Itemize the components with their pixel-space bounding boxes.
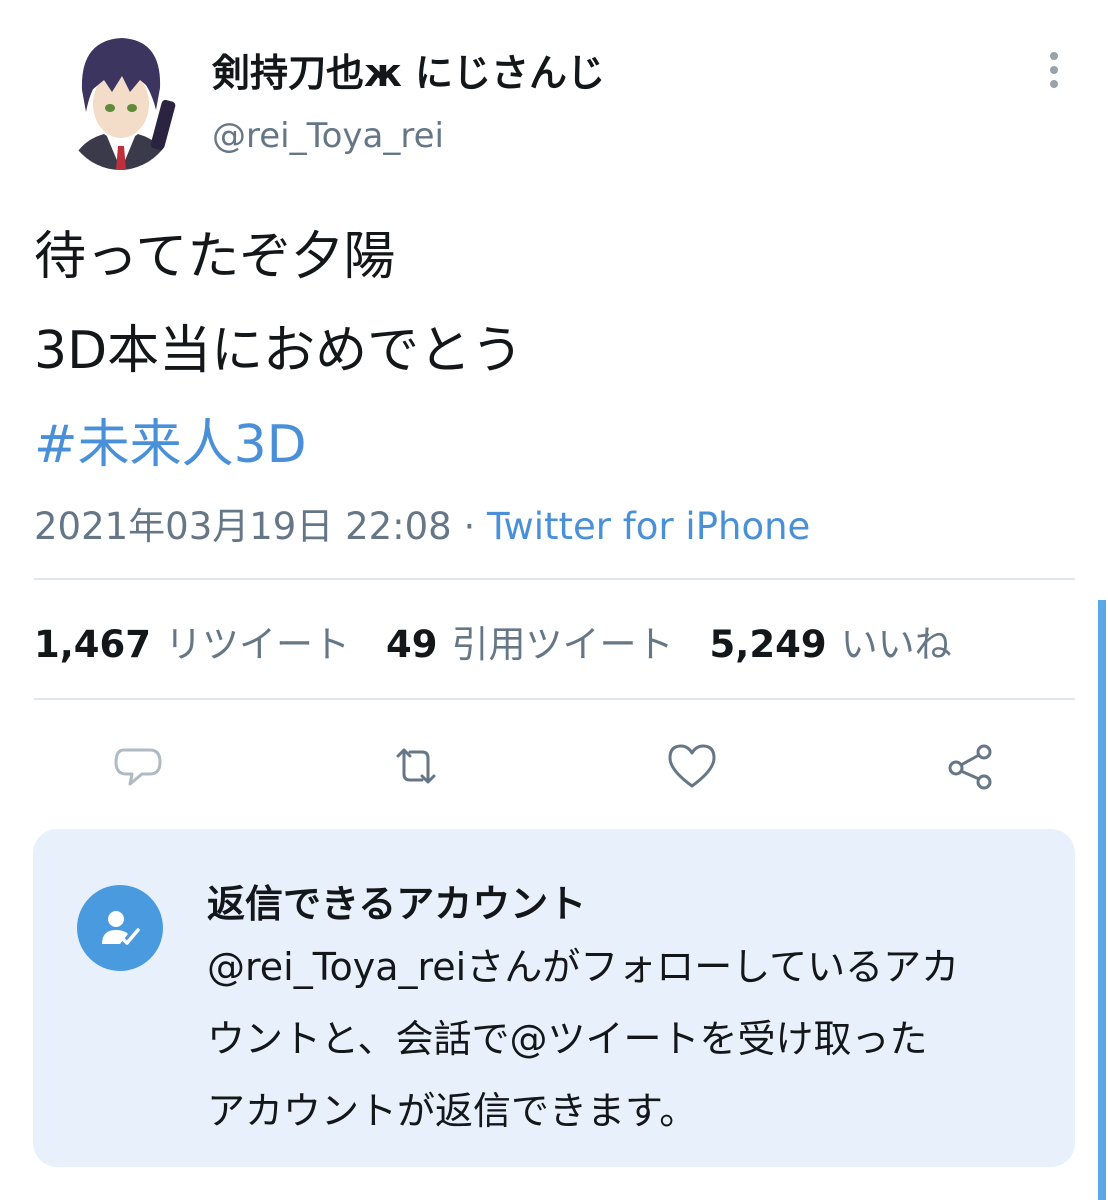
reply-restriction-title: 返信できるアカウント bbox=[207, 882, 587, 926]
reply-restriction-line: ウントと、会話で@ツイートを受け取った bbox=[207, 1017, 928, 1061]
tweet-source-link[interactable]: Twitter for iPhone bbox=[487, 505, 810, 548]
share-icon[interactable] bbox=[942, 738, 998, 794]
tweet-stats: 1,467 リツイート 49 引用ツイート 5,249 いいね bbox=[34, 614, 988, 668]
hashtag-link[interactable]: #未来人3D bbox=[34, 398, 523, 492]
divider bbox=[34, 578, 1075, 580]
tweet-timestamp: 2021年03月19日 22:08 bbox=[34, 505, 452, 548]
tweet-line: 待ってたぞ夕陽 bbox=[34, 227, 396, 287]
more-options-icon[interactable] bbox=[1040, 50, 1068, 90]
tweet-text: 待ってたぞ夕陽 3D本当におめでとう #未来人3D bbox=[34, 210, 523, 492]
tweet-meta: 2021年03月19日 22:08 · Twitter for iPhone bbox=[34, 496, 810, 550]
tweet-line: 3D本当におめでとう bbox=[34, 321, 524, 381]
reply-icon[interactable] bbox=[110, 738, 166, 794]
stat-retweets[interactable]: 1,467 リツイート bbox=[34, 614, 350, 668]
user-check-icon bbox=[77, 885, 163, 971]
avatar[interactable] bbox=[60, 30, 180, 170]
reply-restriction-notice: 返信できるアカウント @rei_Toya_reiさんがフォローしているアカ ウン… bbox=[33, 829, 1075, 1167]
scrollbar[interactable] bbox=[1098, 600, 1106, 1200]
stat-quote-tweets[interactable]: 49 引用ツイート bbox=[386, 614, 674, 668]
stat-likes[interactable]: 5,249 いいね bbox=[710, 614, 952, 668]
meta-separator: · bbox=[451, 505, 488, 548]
user-handle[interactable]: @rei_Toya_rei bbox=[212, 116, 444, 156]
divider bbox=[34, 698, 1075, 700]
action-bar bbox=[0, 730, 1108, 800]
like-icon[interactable] bbox=[664, 738, 720, 794]
retweet-icon[interactable] bbox=[388, 738, 444, 794]
reply-restriction-line: アカウントが返信できます。 bbox=[207, 1089, 698, 1133]
reply-restriction-body: @rei_Toya_reiさんがフォローしているアカ ウントと、会話で@ツイート… bbox=[207, 931, 959, 1147]
display-name[interactable]: 剣持刀也ж にじさんじ bbox=[212, 42, 605, 97]
reply-restriction-line: @rei_Toya_reiさんがフォローしているアカ bbox=[207, 945, 960, 989]
